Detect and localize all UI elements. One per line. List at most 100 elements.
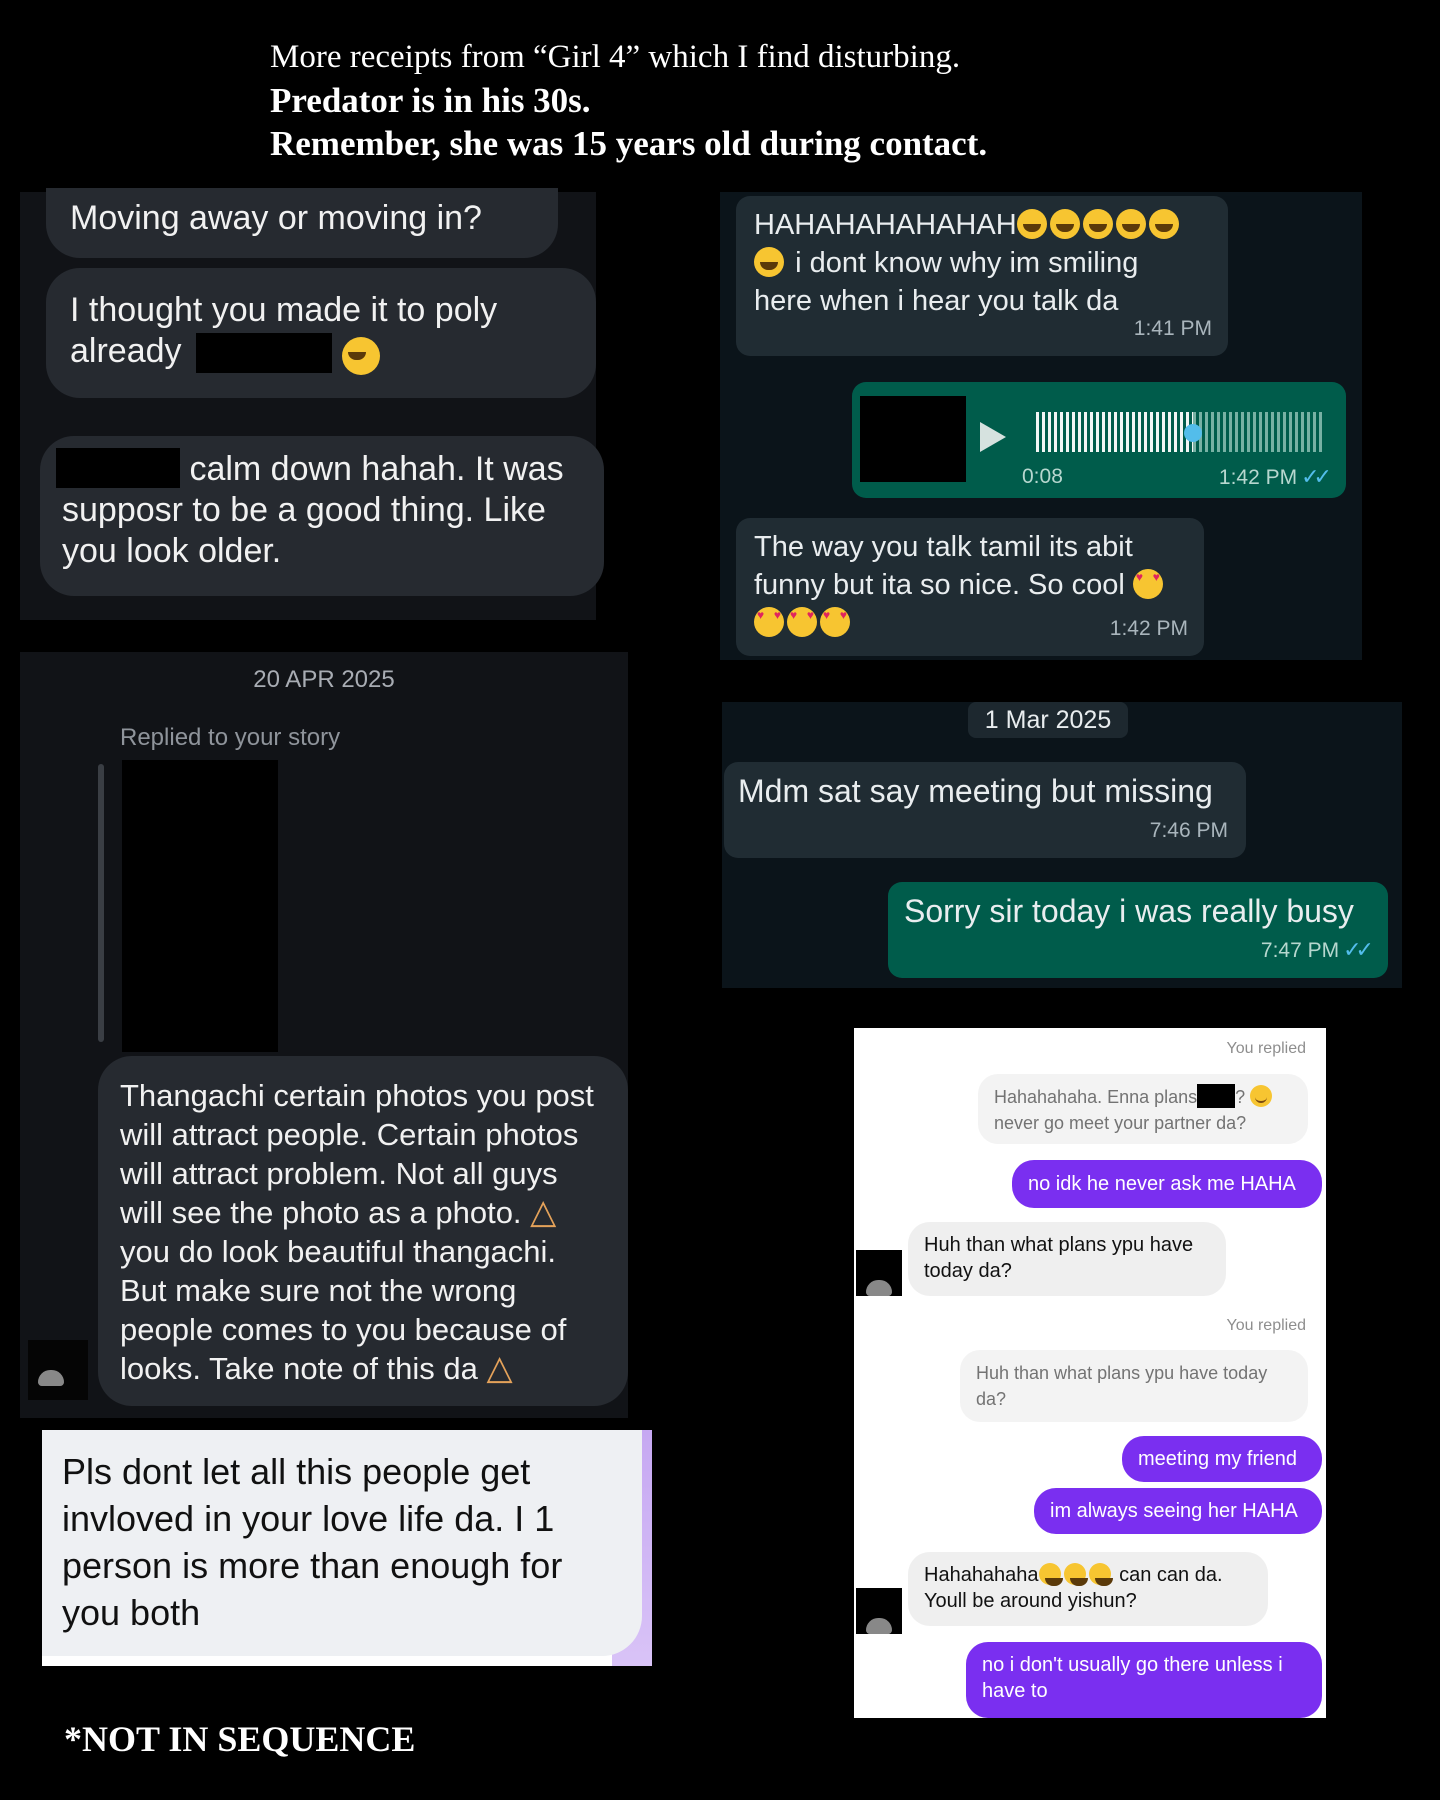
message-text: Huh than what plans ypu have xyxy=(924,1234,1194,1256)
header-caption: More receipts from “Girl 4” which I find… xyxy=(270,36,1270,165)
message-text: Mdm sat say meeting but missing xyxy=(738,773,1213,809)
caption-line-1: More receipts from “Girl 4” which I find… xyxy=(270,39,961,75)
message-bubble[interactable]: Sorry sir today i was really busy 7:47 P… xyxy=(888,882,1388,978)
message-text: i dont know why im smiling xyxy=(795,247,1139,279)
story-thumbnail-redacted[interactable] xyxy=(122,760,278,1052)
redacted-name xyxy=(196,333,332,373)
rofl-emoji-icon xyxy=(1038,1563,1063,1586)
date-divider: 20 APR 2025 xyxy=(253,666,395,693)
message-text: supposr to be a good thing. Like xyxy=(62,491,546,529)
message-bubble[interactable]: no idk he never ask me HAHA xyxy=(1012,1160,1322,1208)
rofl-emoji-icon xyxy=(1082,209,1113,239)
message-timestamp: 1:42 PM ✓✓ xyxy=(1218,464,1332,489)
message-text: looks. Take note of this da xyxy=(120,1351,478,1386)
message-timestamp: 1:41 PM xyxy=(1133,317,1212,340)
message-bubble[interactable]: Thangachi certain photos you post will a… xyxy=(98,1056,628,1406)
message-text: you look older. xyxy=(62,532,282,570)
smiling-emoji-icon xyxy=(1250,1085,1273,1107)
message-text: calm down hahah. It was xyxy=(189,450,564,488)
voice-message-bubble[interactable]: 0:08 1:42 PM ✓✓ xyxy=(852,382,1346,498)
rofl-emoji-icon xyxy=(1148,209,1179,239)
message-text: no i don't usually go there unless i xyxy=(982,1654,1283,1676)
footer-note: *NOT IN SEQUENCE xyxy=(64,1719,416,1759)
message-text: you both xyxy=(62,1592,201,1633)
message-text: have to xyxy=(982,1680,1048,1702)
message-text: I thought you made it to poly xyxy=(70,291,498,329)
message-bubble[interactable]: Mdm sat say meeting but missing 7:46 PM xyxy=(724,762,1246,858)
message-text: Youll be around yishun? xyxy=(924,1590,1137,1612)
screenshot-message-light: Pls dont let all this people get invlove… xyxy=(42,1430,652,1666)
message-text: da? xyxy=(976,1389,1007,1409)
message-timestamp: 7:47 PM ✓✓ xyxy=(1260,937,1374,962)
message-bubble[interactable]: im always seeing her HAHA xyxy=(1034,1488,1322,1534)
message-text: will attract people. Certain photos xyxy=(120,1117,579,1152)
message-bubble[interactable]: Huh than what plans ypu have today da? xyxy=(908,1222,1226,1296)
voice-waveform[interactable] xyxy=(1036,412,1322,452)
rofl-emoji-icon xyxy=(1016,209,1047,239)
avatar[interactable] xyxy=(856,1588,902,1634)
rofl-emoji-icon xyxy=(1115,209,1146,239)
screenshot-whatsapp-2: 1 Mar 2025 Mdm sat say meeting but missi… xyxy=(722,702,1402,988)
screenshot-ig-dark-1: Moving away or moving in? I thought you … xyxy=(20,188,604,620)
message-text: HAHAHAHAHAHAH xyxy=(754,209,1017,241)
message-bubble[interactable]: The way you talk tamil its abit funny bu… xyxy=(736,518,1204,656)
rofl-emoji-icon xyxy=(1063,1563,1088,1586)
message-text: you do look beautiful thangachi. xyxy=(120,1234,557,1269)
message-bubble[interactable]: I thought you made it to poly already xyxy=(46,268,596,398)
message-text: Pls dont let all this people get xyxy=(62,1451,531,1492)
screenshot-whatsapp-1: HAHAHAHAHAHAH i dont know why im smiling… xyxy=(720,192,1362,660)
redacted-name xyxy=(56,448,180,488)
praying-hands-icon: △ xyxy=(486,1349,513,1387)
quoted-message[interactable]: Huh than what plans ypu have today da? xyxy=(960,1350,1308,1422)
heart-eyes-emoji-icon xyxy=(754,607,784,637)
message-bubble[interactable]: no i don't usually go there unless i hav… xyxy=(966,1642,1322,1718)
quoted-message[interactable]: Hahahahaha. Enna plans? never go meet yo… xyxy=(978,1074,1308,1144)
message-text: will attract problem. Not all guys xyxy=(120,1156,558,1191)
message-bubble[interactable]: calm down hahah. It was supposr to be a … xyxy=(40,436,604,596)
message-text: Huh than what plans ypu have today xyxy=(976,1363,1268,1383)
message-text: But make sure not the wrong xyxy=(120,1273,517,1308)
screenshot-ig-dark-2: 20 APR 2025 Replied to your story Thanga… xyxy=(20,652,628,1418)
message-bubble[interactable]: Moving away or moving in? xyxy=(46,188,558,258)
message-bubble[interactable]: meeting my friend xyxy=(1122,1436,1322,1482)
avatar[interactable] xyxy=(28,1340,88,1400)
story-reply-bar xyxy=(98,764,104,1042)
date-chip: 1 Mar 2025 xyxy=(968,702,1128,738)
play-icon[interactable] xyxy=(980,422,1006,452)
praying-hands-icon: △ xyxy=(530,1193,557,1231)
message-text: people comes to you because of xyxy=(120,1312,567,1347)
you-replied-label: You replied xyxy=(1226,1040,1306,1057)
message-timestamp: 7:46 PM xyxy=(1149,819,1228,842)
message-text: can can da. xyxy=(1119,1564,1223,1586)
you-replied-label: You replied xyxy=(1226,1317,1306,1334)
message-text: meeting my friend xyxy=(1138,1448,1297,1470)
message-text: today da? xyxy=(924,1260,1012,1282)
message-text: never go meet your partner da? xyxy=(994,1113,1247,1133)
voice-avatar-redacted xyxy=(860,396,966,482)
read-receipt-icon: ✓✓ xyxy=(1301,464,1332,489)
screenshot-ig-light: You replied Hahahahaha. Enna plans? neve… xyxy=(854,1028,1326,1718)
message-text: The way you talk tamil its abit xyxy=(754,531,1133,563)
message-text: invloved in your love life da. I 1 xyxy=(62,1498,555,1539)
message-bubble[interactable]: Hahahahaha can can da. Youll be around y… xyxy=(908,1552,1268,1626)
message-text: person is more than enough for xyxy=(62,1545,563,1586)
rofl-emoji-icon xyxy=(754,247,784,277)
message-text: Thangachi certain photos you post xyxy=(120,1078,594,1113)
message-text: funny but ita so nice. So cool xyxy=(754,569,1125,601)
heart-eyes-emoji-icon xyxy=(820,607,850,637)
message-text: Hahahahaha xyxy=(924,1564,1039,1586)
message-text: Sorry sir today i was really busy xyxy=(904,893,1354,929)
message-bubble[interactable]: Pls dont let all this people get invlove… xyxy=(42,1430,642,1656)
rofl-emoji-icon xyxy=(342,337,380,375)
message-text: no idk he never ask me HAHA xyxy=(1028,1173,1296,1195)
redacted-name xyxy=(1197,1084,1236,1108)
avatar[interactable] xyxy=(856,1250,902,1296)
rofl-emoji-icon xyxy=(1088,1563,1113,1586)
message-text: Hahahahaha. Enna plans xyxy=(994,1087,1198,1107)
message-bubble[interactable]: HAHAHAHAHAHAH i dont know why im smiling… xyxy=(736,196,1228,356)
heart-eyes-emoji-icon xyxy=(787,607,817,637)
message-text: already xyxy=(70,332,182,370)
waveform-scrubber[interactable] xyxy=(1184,424,1202,442)
message-text: im always seeing her HAHA xyxy=(1050,1500,1298,1522)
voice-duration: 0:08 xyxy=(1022,465,1063,488)
